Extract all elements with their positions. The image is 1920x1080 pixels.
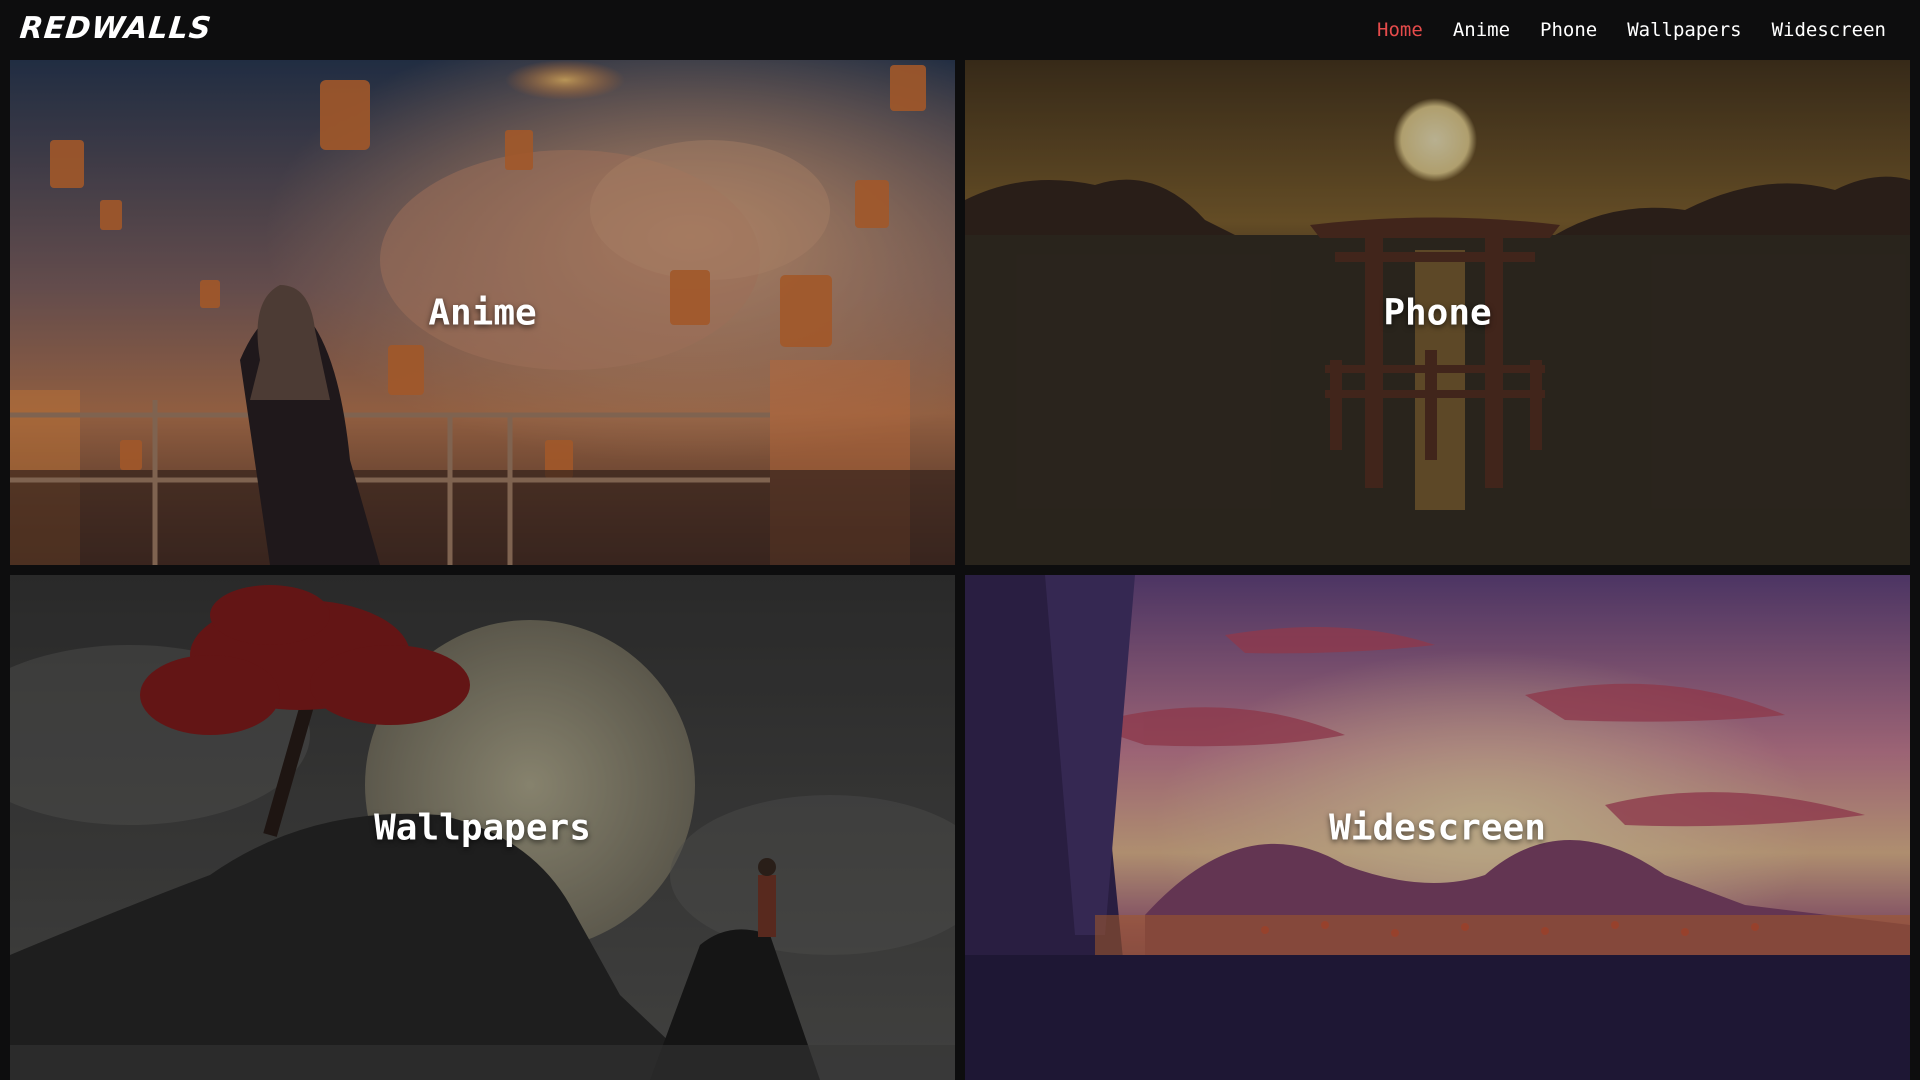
category-label-anime: Anime: [428, 292, 537, 333]
category-tile-phone[interactable]: Phone: [965, 60, 1910, 565]
nav-anime-link[interactable]: Anime: [1453, 19, 1510, 41]
nav-widescreen-link[interactable]: Widescreen: [1772, 19, 1886, 41]
category-label-phone: Phone: [1383, 292, 1492, 333]
category-tile-wallpapers[interactable]: Wallpapers: [10, 575, 955, 1080]
nav-wallpapers-link[interactable]: Wallpapers: [1627, 19, 1741, 41]
nav-phone-link[interactable]: Phone: [1540, 19, 1597, 41]
category-tile-widescreen[interactable]: Widescreen: [965, 575, 1910, 1080]
main-nav: Home Anime Phone Wallpapers Widescreen: [1377, 0, 1886, 60]
category-grid: Anime Phone Wallpapers Widescreen: [10, 60, 1910, 1080]
site-logo[interactable]: REDWALLS: [18, 11, 213, 46]
top-bar: REDWALLS Home Anime Phone Wallpapers Wid…: [0, 0, 1920, 60]
category-tile-anime[interactable]: Anime: [10, 60, 955, 565]
category-label-wallpapers: Wallpapers: [374, 807, 591, 848]
nav-home-link[interactable]: Home: [1377, 19, 1423, 41]
category-label-widescreen: Widescreen: [1329, 807, 1546, 848]
